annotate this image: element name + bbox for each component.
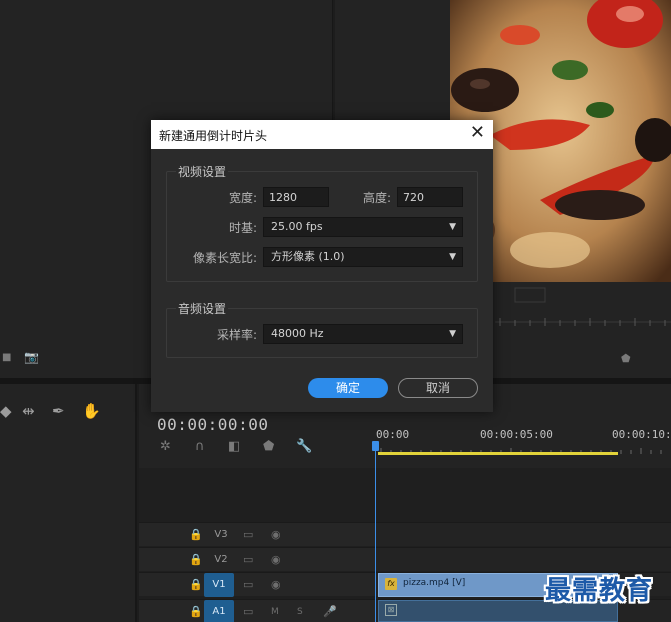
dialog-title-bar: 新建通用倒计时片头 ✕	[151, 120, 493, 149]
watermark: 最需教育	[545, 576, 654, 606]
timebase-select[interactable]: 25.00 fps ▼	[263, 217, 463, 237]
width-field[interactable]	[263, 187, 329, 207]
mute-button[interactable]: M	[271, 605, 279, 619]
pixel-aspect-value: 方形像素 (1.0)	[271, 250, 345, 263]
eye-icon[interactable]: ◉	[271, 528, 281, 542]
tools-panel: ◆ ⇹ ✒ ✋	[0, 384, 137, 622]
video-settings-label: 视频设置	[176, 163, 229, 180]
lock-icon[interactable]: 🔒	[189, 528, 203, 542]
lock-icon[interactable]: 🔒	[189, 605, 203, 619]
track-header-v3[interactable]: 🔒 V3 ▭ ◉	[139, 522, 375, 546]
height-label: 高度:	[362, 191, 391, 205]
ruler-label-10s: 00:00:10:00	[612, 428, 671, 441]
work-area-bar[interactable]	[378, 452, 618, 455]
new-countdown-dialog: 新建通用倒计时片头 ✕ 视频设置 宽度: 高度: 时基: 25.00 fps ▼…	[151, 120, 493, 412]
sample-rate-label: 采样率:	[216, 328, 257, 342]
track-label-v1[interactable]: V1	[204, 573, 234, 597]
solo-button[interactable]: S	[297, 605, 303, 619]
track-header-v1[interactable]: 🔒 V1 ▭ ◉	[139, 572, 375, 597]
fx-badge[interactable]: fx	[385, 578, 397, 590]
pixel-aspect-label: 像素长宽比:	[192, 251, 257, 265]
height-field[interactable]	[397, 187, 463, 207]
chevron-down-icon: ▼	[449, 252, 456, 262]
track-header-v2[interactable]: 🔒 V2 ▭ ◉	[139, 547, 375, 571]
timeline-timecode[interactable]: 00:00:00:00	[157, 415, 268, 434]
marker-icon[interactable]: ⬟	[621, 352, 631, 365]
film-icon[interactable]: ▭	[243, 553, 253, 567]
timebase-label: 时基:	[228, 221, 257, 235]
dialog-title: 新建通用倒计时片头	[159, 129, 268, 143]
slip-tool-icon[interactable]: ⇹	[22, 402, 35, 420]
ruler-label-5s: 00:00:05:00	[480, 428, 553, 441]
lock-icon[interactable]: 🔒	[189, 578, 203, 592]
timebase-value: 25.00 fps	[271, 220, 323, 233]
linked-selection-icon[interactable]: ◧	[228, 439, 240, 454]
sample-rate-select[interactable]: 48000 Hz ▼	[263, 324, 463, 344]
chevron-down-icon: ▼	[449, 329, 456, 339]
playhead-line[interactable]	[375, 444, 376, 622]
eye-icon[interactable]: ◉	[271, 553, 281, 567]
ripple-edit-icon[interactable]: ◆	[0, 402, 12, 420]
sample-rate-value: 48000 Hz	[271, 327, 324, 340]
track-label-a1[interactable]: A1	[204, 600, 234, 622]
hand-tool-icon[interactable]: ✋	[82, 402, 101, 420]
camera-icon[interactable]: 📷	[24, 350, 39, 364]
ok-button[interactable]: 确定	[308, 378, 388, 398]
film-icon[interactable]: ▭	[243, 528, 253, 542]
mic-icon[interactable]: 🎤	[323, 605, 337, 619]
chevron-down-icon: ▼	[449, 222, 456, 232]
audio-fx-icon[interactable]: ⊠	[385, 604, 397, 616]
clip-name: pizza.mp4 [V]	[403, 578, 466, 588]
track-header-a1[interactable]: 🔒 A1 ▭ M S 🎤	[139, 599, 375, 622]
close-icon[interactable]: ✕	[470, 123, 485, 143]
ruler-label-0: 00:00	[376, 428, 410, 441]
film-icon[interactable]: ▭	[243, 605, 253, 619]
track-lane-v3[interactable]	[376, 522, 671, 546]
pen-tool-icon[interactable]: ✒	[52, 402, 65, 420]
add-marker-icon[interactable]: ⬟	[263, 439, 274, 454]
eye-icon[interactable]: ◉	[271, 578, 281, 592]
film-icon[interactable]: ▭	[243, 578, 253, 592]
width-label: 宽度:	[228, 191, 257, 205]
audio-settings-label: 音频设置	[176, 300, 229, 317]
magnet-icon[interactable]: ∩	[195, 439, 205, 454]
wrench-icon[interactable]: 🔧	[296, 439, 312, 454]
playhead-handle[interactable]	[372, 441, 379, 451]
track-label-v3[interactable]: V3	[207, 527, 235, 543]
pixel-aspect-select[interactable]: 方形像素 (1.0) ▼	[263, 247, 463, 267]
track-label-v2[interactable]: V2	[207, 552, 235, 568]
track-lane-v2[interactable]	[376, 547, 671, 571]
lock-icon[interactable]: 🔒	[189, 553, 203, 567]
square-icon[interactable]: ■	[2, 352, 11, 363]
cancel-button[interactable]: 取消	[398, 378, 478, 398]
snap-icon[interactable]: ✲	[160, 439, 171, 454]
